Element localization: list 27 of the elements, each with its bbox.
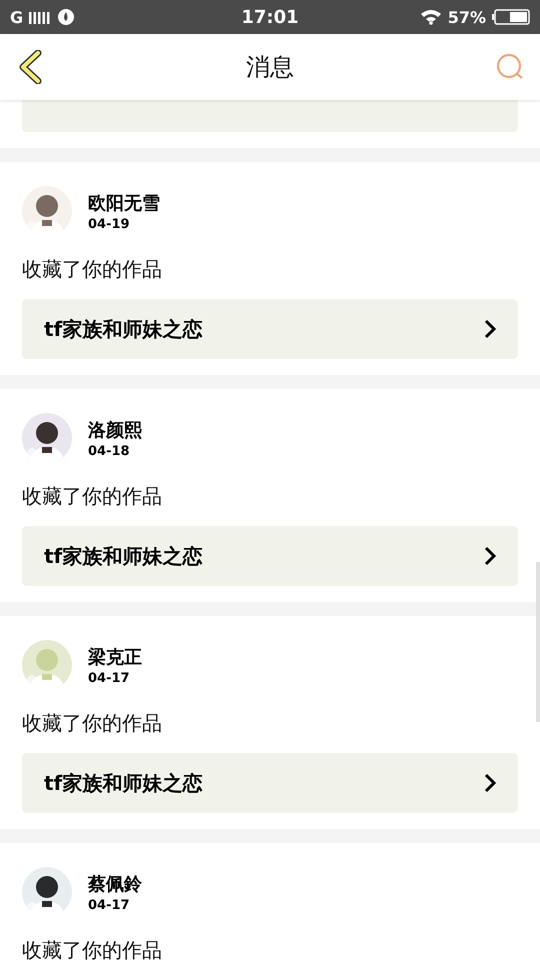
work-link[interactable]: tf家族和师妹之恋: [22, 526, 518, 586]
wifi-icon: [420, 9, 442, 25]
user-name: 欧阳无雪: [88, 192, 160, 214]
app-notification-icon: [57, 8, 76, 26]
message-date: 04-17: [88, 670, 131, 686]
work-card[interactable]: [22, 100, 518, 132]
message-date: 04-17: [88, 898, 131, 912]
page-title: 消息: [246, 52, 294, 83]
chevron-right-icon: [484, 319, 496, 339]
message-text: 收藏了你的作品: [22, 483, 163, 510]
user-name: 蔡佩鈴: [88, 872, 142, 896]
battery-percent: 57%: [448, 8, 486, 26]
network-type: G: [10, 8, 24, 26]
chevron-right-icon: [484, 773, 496, 793]
message-date: 04-19: [88, 216, 131, 232]
signal-icon: [29, 10, 52, 24]
message-text: 收藏了你的作品: [22, 256, 163, 283]
battery-icon: [492, 9, 530, 25]
work-link[interactable]: tf家族和师妹之恋: [22, 753, 518, 813]
chevron-right-icon: [484, 546, 496, 566]
work-link[interactable]: tf家族和师妹之恋: [22, 299, 518, 359]
message-date: 04-18: [88, 444, 131, 458]
message-text: 收藏了你的作品: [22, 710, 163, 737]
message-text: 收藏了你的作品: [22, 937, 163, 960]
clock: 17:01: [241, 6, 299, 28]
user-name: 洛颜熙: [88, 418, 142, 442]
user-name: 梁克正: [88, 646, 142, 668]
